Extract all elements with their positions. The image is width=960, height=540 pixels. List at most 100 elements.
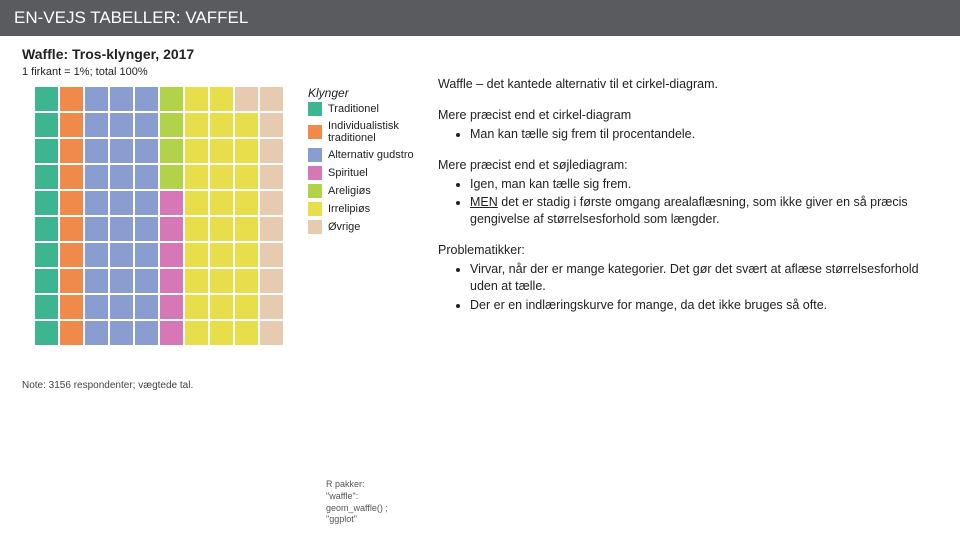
waffle-cell [59, 112, 84, 138]
waffle-cell [209, 268, 234, 294]
waffle-cell [209, 190, 234, 216]
waffle-cell [134, 86, 159, 112]
legend-item: Traditionel [308, 102, 416, 116]
section2-bullets: Igen, man kan tælle sig frem. MEN det er… [438, 176, 938, 229]
waffle-cell [234, 112, 259, 138]
waffle-cell [84, 138, 109, 164]
waffle-cell [34, 320, 59, 346]
legend-item: Øvrige [308, 220, 416, 234]
waffle-cell [59, 86, 84, 112]
waffle-cell [134, 320, 159, 346]
legend-label: Areligiøs [328, 185, 371, 197]
bullet: Der er en indlæringskurve for mange, da … [470, 297, 938, 314]
waffle-cell [259, 216, 284, 242]
waffle-cell [259, 190, 284, 216]
bullet-text: det er stadig i første omgang arealaflæs… [470, 195, 908, 226]
waffle-cell [234, 268, 259, 294]
waffle-cell [134, 268, 159, 294]
waffle-wrap: Klynger Traditionel Individualistisk trad… [34, 86, 416, 346]
section3-heading: Problematikker: [438, 242, 938, 259]
waffle-cell [59, 294, 84, 320]
waffle-cell [209, 216, 234, 242]
waffle-cell [84, 268, 109, 294]
waffle-cell [209, 112, 234, 138]
chart-title: Waffle: Tros-klynger, 2017 [22, 46, 416, 62]
waffle-cell [84, 190, 109, 216]
waffle-cell [34, 216, 59, 242]
waffle-cell [109, 242, 134, 268]
waffle-cell [209, 320, 234, 346]
chart-column: Waffle: Tros-klynger, 2017 1 firkant = 1… [6, 44, 416, 538]
waffle-cell [184, 242, 209, 268]
chart-note: Note: 3156 respondenter; vægtede tal. [22, 380, 416, 391]
waffle-cell [34, 138, 59, 164]
waffle-cell [234, 242, 259, 268]
waffle-cell [59, 242, 84, 268]
waffle-cell [109, 216, 134, 242]
waffle-cell [59, 216, 84, 242]
content-area: Waffle: Tros-klynger, 2017 1 firkant = 1… [0, 36, 960, 538]
legend-item: Alternativ gudstro [308, 148, 416, 162]
waffle-cell [109, 112, 134, 138]
slide-header: EN-VEJS TABELLER: VAFFEL [0, 0, 960, 36]
legend-item: Irrelipiøs [308, 202, 416, 216]
legend-swatch [308, 166, 322, 180]
waffle-cell [209, 242, 234, 268]
waffle-cell [209, 138, 234, 164]
waffle-cell [209, 294, 234, 320]
waffle-cell [234, 86, 259, 112]
waffle-cell [34, 112, 59, 138]
footnote-line2: "ggplot" [326, 514, 357, 524]
legend: Klynger Traditionel Individualistisk trad… [308, 86, 416, 238]
waffle-cell [34, 164, 59, 190]
waffle-cell [259, 112, 284, 138]
legend-label: Irrelipiøs [328, 203, 370, 215]
waffle-cell [159, 294, 184, 320]
bullet: Virvar, når der er mange kategorier. Det… [470, 261, 938, 295]
legend-swatch [308, 184, 322, 198]
waffle-cell [259, 294, 284, 320]
waffle-cell [184, 112, 209, 138]
waffle-cell [159, 86, 184, 112]
waffle-cell [159, 216, 184, 242]
waffle-cell [184, 190, 209, 216]
legend-label: Individualistisk traditionel [328, 120, 416, 144]
legend-item: Areligiøs [308, 184, 416, 198]
waffle-cell [34, 190, 59, 216]
waffle-cell [259, 320, 284, 346]
waffle-cell [184, 268, 209, 294]
waffle-cell [184, 216, 209, 242]
waffle-cell [84, 86, 109, 112]
waffle-cell [134, 294, 159, 320]
waffle-cell [184, 164, 209, 190]
waffle-cell [259, 268, 284, 294]
waffle-cell [159, 112, 184, 138]
waffle-cell [34, 268, 59, 294]
section1-heading: Mere præcist end et cirkel-diagram [438, 107, 938, 124]
waffle-cell [184, 294, 209, 320]
section3-bullets: Virvar, når der er mange kategorier. Det… [438, 261, 938, 314]
waffle-cell [234, 294, 259, 320]
waffle-cell [184, 86, 209, 112]
waffle-cell [134, 216, 159, 242]
chart-subtitle: 1 firkant = 1%; total 100% [22, 66, 416, 78]
waffle-cell [159, 268, 184, 294]
legend-label: Traditionel [328, 103, 379, 115]
waffle-cell [34, 86, 59, 112]
waffle-cell [59, 320, 84, 346]
section1-bullets: Man kan tælle sig frem til procentandele… [438, 126, 938, 143]
waffle-cell [209, 164, 234, 190]
legend-item: Spirituel [308, 166, 416, 180]
waffle-cell [159, 164, 184, 190]
legend-title: Klynger [308, 86, 416, 100]
waffle-cell [234, 320, 259, 346]
waffle-cell [109, 268, 134, 294]
legend-swatch [308, 125, 322, 139]
waffle-cell [209, 86, 234, 112]
emphasis-underline: MEN [470, 195, 498, 209]
waffle-cell [159, 320, 184, 346]
waffle-cell [109, 138, 134, 164]
waffle-cell [234, 216, 259, 242]
waffle-cell [109, 320, 134, 346]
waffle-cell [134, 138, 159, 164]
